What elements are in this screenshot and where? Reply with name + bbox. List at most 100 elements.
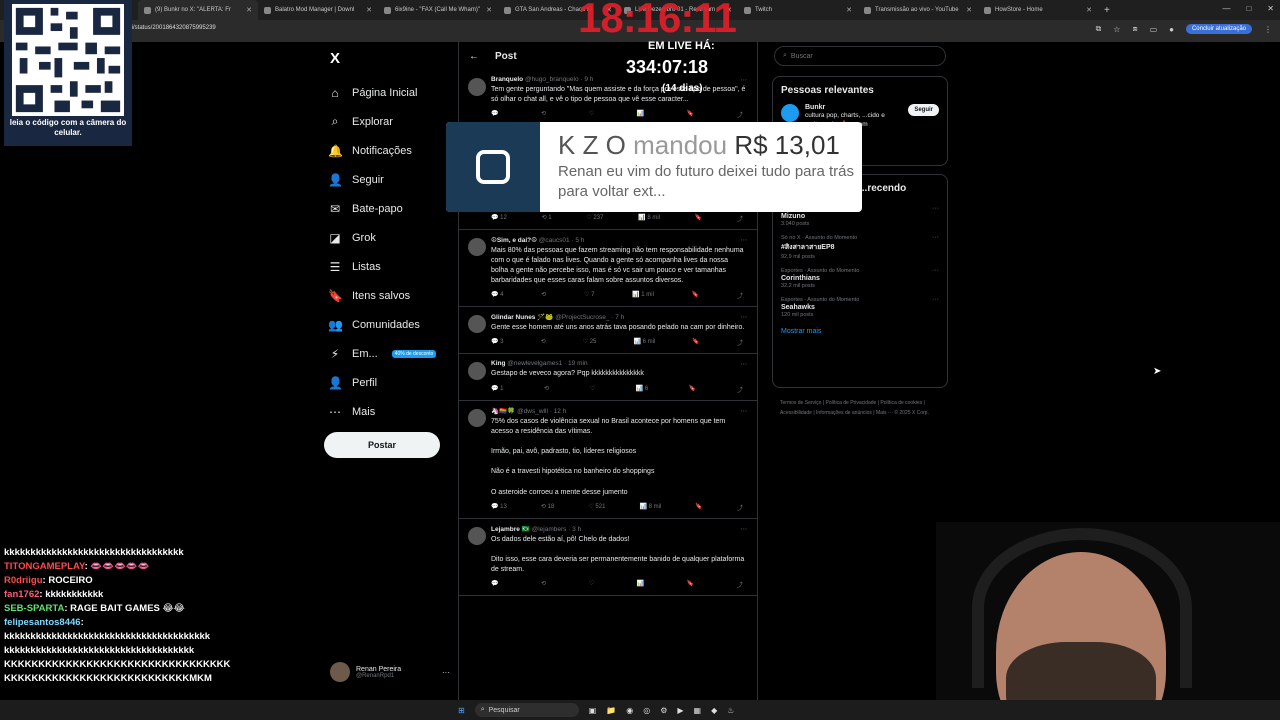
chrome-icon[interactable]: ◎ [643,706,650,715]
like-action[interactable]: ♡ 237 [586,214,603,223]
more-dots-icon[interactable]: ··· [932,267,939,274]
sidebar-item[interactable]: ⋯ Mais [328,397,468,426]
maximize-icon[interactable]: □ [1246,4,1251,13]
browser-tab[interactable]: Transmissão ao vivo - YouTube ✕ [858,0,978,20]
author-name[interactable]: Glindar Nunes 🪄🐸 [491,314,553,321]
share-icon[interactable]: ⤴ [737,338,743,347]
retweet-action[interactable]: ⟲ [544,385,549,394]
account-switcher[interactable]: Renan Pereira @RenanRpd1 ··· [330,662,450,682]
avatar[interactable] [468,237,486,256]
share-icon[interactable]: ⤴ [737,580,743,589]
views-action[interactable]: 📊 6 mil [633,338,655,347]
bookmark-icon[interactable]: 🔖 [692,338,699,347]
avatar[interactable] [468,315,486,334]
grok-icon[interactable]: ⋯ [741,313,748,321]
views-action[interactable]: 📊 [637,110,644,119]
share-icon[interactable]: ⤴ [737,385,743,394]
windows-start-icon[interactable]: ⊞ [458,706,465,715]
sidebar-item[interactable]: 👤 Perfil [328,368,468,397]
tab-close-icon[interactable]: ✕ [486,6,492,14]
avatar[interactable] [468,526,486,545]
more-dots-icon[interactable]: ··· [932,205,939,212]
bookmark-icon[interactable]: 🔖 [692,291,699,300]
sidebar-item[interactable]: 👥 Comunidades [328,310,468,339]
taskview-icon[interactable]: ▣ [589,706,597,715]
profile-avatar-icon[interactable]: ● [1169,25,1174,34]
trend-item[interactable]: Esportes · Assunto do Momento Seahawks 120… [773,293,947,322]
author-name[interactable]: Lejambre 🇧🇷 [491,526,530,533]
tab-close-icon[interactable]: ✕ [966,6,972,14]
like-action[interactable]: ♡ [589,580,594,589]
minimize-icon[interactable]: — [1222,4,1230,13]
grok-icon[interactable]: ⋯ [741,360,748,368]
browser-tab[interactable]: Twitch ✕ [738,0,858,20]
bookmark-icon[interactable]: 🔖 [687,580,694,589]
retweet-action[interactable]: ⟲ [541,580,546,589]
bookmark-icon[interactable]: 🔖 [687,110,694,119]
author-name[interactable]: Branquelo [491,76,523,83]
bookmark-icon[interactable]: 🔖 [695,214,702,223]
retweet-action[interactable]: ⟲ [541,110,546,119]
tab-close-icon[interactable]: ✕ [1086,6,1092,14]
author-name[interactable]: ☮Sim, e daí?☮ [491,237,537,244]
author-name[interactable]: King [491,360,505,367]
sidebar-item[interactable]: ⚡ Em... 40% de desconto [328,339,468,368]
trend-item[interactable]: Só no X · Assunto do Momento #สิงสาลาสายE… [773,231,947,264]
trend-item[interactable]: Esportes · Assunto do Momento Corinthians… [773,264,947,293]
chat-username[interactable]: R0driigu [4,575,43,586]
chat-username[interactable]: TITONGAMEPLAY [4,561,85,572]
star-icon[interactable]: ☆ [1113,25,1120,34]
views-action[interactable]: 📊 6 [636,385,648,394]
browser-tab[interactable]: HowStore - Home ✕ [978,0,1098,20]
reply-action[interactable]: 💬 12 [491,214,507,223]
retweet-action[interactable]: ⟲ [541,338,546,347]
menu-icon[interactable]: ⋮ [1264,25,1272,34]
back-arrow-icon[interactable]: ← [469,51,479,62]
author-name[interactable]: 🦄🏳️‍🌈🍀 [491,408,515,415]
avatar[interactable] [468,78,486,96]
update-button[interactable]: Concluir atualização [1185,24,1252,34]
browser-tab[interactable]: Balatro Mod Manager | Downl ✕ [258,0,378,20]
like-action[interactable]: ♡ [589,110,594,119]
grok-icon[interactable]: ⋯ [741,525,748,533]
sidebar-item[interactable]: ☰ Listas [328,252,468,281]
browser-tab[interactable]: (9) Bunkr no X: "ALERTA: Fr ✕ [138,0,258,20]
show-more-link[interactable]: Mostrar mais [773,322,947,345]
reply-action[interactable]: 💬 3 [491,338,503,347]
like-action[interactable]: ♡ 521 [588,503,605,512]
chat-username[interactable]: felipesantos8446 [4,617,81,628]
tab-close-icon[interactable]: ✕ [246,6,252,14]
avatar[interactable] [468,408,486,427]
reply-action[interactable]: 💬 13 [491,503,507,512]
install-icon[interactable]: ⧉ [1096,24,1102,34]
like-action[interactable]: ♡ 7 [584,291,594,300]
share-icon[interactable]: ⤴ [737,214,743,223]
steam-icon[interactable]: ♨ [727,706,734,715]
url-field[interactable]: /i/status/2001864320875995239 [130,25,216,31]
tab-close-icon[interactable]: ✕ [366,6,372,14]
grok-icon[interactable]: ⋯ [741,76,748,84]
views-action[interactable]: 📊 1 mil [632,291,654,300]
media-icon[interactable]: ▶ [677,706,683,715]
sidebar-item[interactable]: 🔖 Itens salvos [328,281,468,310]
bookmark-icon[interactable]: 🔖 [689,385,696,394]
new-tab-icon[interactable]: + [1104,5,1110,16]
retweet-action[interactable]: ⟲ [541,291,546,300]
reply-action[interactable]: 💬 [491,110,498,119]
reply-action[interactable]: 💬 [491,580,498,589]
more-dots-icon[interactable]: ··· [442,668,450,677]
share-icon[interactable]: ⤴ [737,291,743,300]
edge-icon[interactable]: ◉ [626,706,633,715]
more-dots-icon[interactable]: ··· [932,234,939,241]
bookmark-icon[interactable]: 🔖 [695,503,702,512]
sidepanel-icon[interactable]: ▭ [1150,25,1158,34]
views-action[interactable]: 📊 8 mil [638,214,660,223]
views-action[interactable]: 📊 8 mil [640,503,662,512]
footer-links[interactable]: Termos de Serviço | Política de Privacid… [780,398,940,418]
tab-close-icon[interactable]: ✕ [846,6,852,14]
share-icon[interactable]: ⤴ [737,503,743,512]
calculator-icon[interactable]: ▦ [694,706,702,715]
share-icon[interactable]: ⤴ [737,110,743,119]
settings-icon[interactable]: ⚙ [660,706,667,715]
app-icon[interactable]: ◆ [711,706,717,715]
